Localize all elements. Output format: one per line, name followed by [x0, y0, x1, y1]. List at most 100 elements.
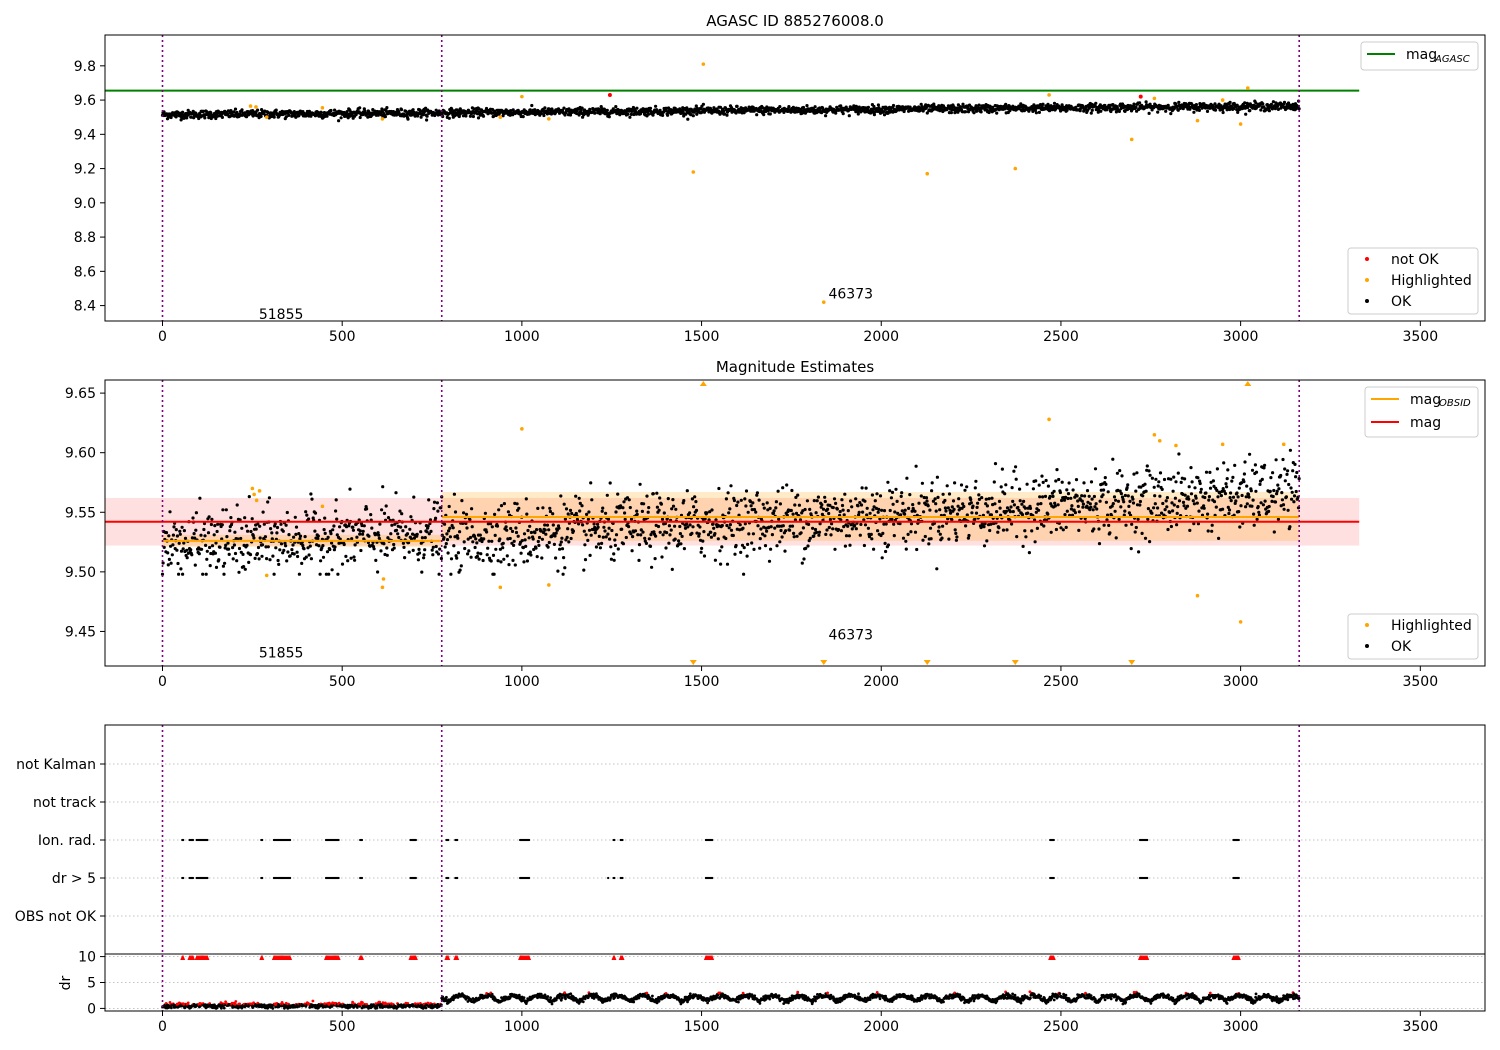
- ok-point: [358, 106, 362, 110]
- ok-point: [882, 509, 887, 513]
- ok-point: [831, 506, 835, 510]
- ok-point: [901, 501, 905, 505]
- ok-point: [1272, 530, 1276, 534]
- ok-point: [497, 508, 501, 512]
- ok-point: [528, 550, 532, 554]
- ok-point: [665, 531, 669, 535]
- ok-point: [435, 501, 439, 505]
- ok-point: [878, 494, 883, 498]
- ok-point: [937, 525, 941, 529]
- ok-point: [193, 563, 197, 567]
- ok-point: [824, 114, 828, 118]
- ok-point: [688, 511, 692, 515]
- dr5-flag-point: [621, 876, 624, 880]
- ok-point: [603, 529, 607, 533]
- ok-point: [1012, 503, 1017, 507]
- dr5-flag-point: [191, 876, 195, 880]
- ok-point: [593, 111, 597, 115]
- ok-point: [1153, 502, 1157, 506]
- highlighted-point: [1238, 122, 1243, 126]
- ok-point: [407, 550, 411, 554]
- legend-marker: [1365, 278, 1369, 282]
- ok-point: [597, 542, 601, 546]
- y-tick-label: 8.6: [74, 264, 96, 280]
- ok-point: [862, 543, 867, 548]
- ok-point: [194, 528, 198, 532]
- ok-point: [1113, 509, 1117, 513]
- figure: AGASC ID 885276008.0 5185546373 0 500 1000…: [0, 0, 1500, 1050]
- ok-point: [214, 541, 218, 545]
- x-tick-label: 3000: [1223, 329, 1259, 345]
- ok-point: [1166, 527, 1170, 532]
- ok-point: [709, 535, 714, 539]
- ok-point: [380, 508, 384, 512]
- ok-point: [674, 507, 678, 511]
- ok-point: [1027, 551, 1031, 555]
- ok-point: [517, 506, 521, 510]
- ok-point: [787, 105, 791, 109]
- ok-point: [376, 570, 380, 574]
- ion-rad-flag-point: [182, 838, 185, 842]
- ok-point: [1094, 101, 1098, 105]
- ok-point: [638, 482, 642, 486]
- ok-point: [479, 552, 483, 556]
- ok-point: [1014, 477, 1018, 481]
- ok-point: [553, 534, 557, 538]
- ok-point: [1286, 508, 1290, 512]
- ok-point: [682, 499, 686, 503]
- ok-point: [304, 555, 308, 559]
- ok-point: [776, 489, 780, 493]
- ok-point: [327, 572, 331, 576]
- ok-point: [660, 555, 664, 559]
- ok-point: [431, 553, 435, 557]
- ok-point: [1187, 497, 1191, 501]
- ok-point: [561, 572, 565, 576]
- ok-point: [680, 534, 684, 539]
- ok-point: [1295, 470, 1299, 475]
- ok-point: [465, 526, 469, 530]
- ok-point: [1023, 529, 1027, 533]
- ok-point: [1210, 523, 1214, 527]
- ok-point: [863, 523, 868, 527]
- ok-point: [240, 526, 244, 530]
- ok-point: [1254, 489, 1258, 493]
- ok-point: [789, 508, 793, 513]
- ok-point: [522, 560, 526, 564]
- ok-point: [1163, 508, 1167, 512]
- ok-point: [971, 504, 975, 508]
- ok-point: [199, 533, 203, 537]
- ok-point: [1020, 513, 1025, 517]
- ok-point: [686, 117, 690, 121]
- ok-point: [397, 535, 401, 540]
- ok-point: [967, 533, 971, 538]
- ok-point: [247, 560, 251, 565]
- ok-point: [176, 561, 180, 566]
- dr5-flag-point: [447, 876, 450, 880]
- ok-point: [1009, 505, 1013, 509]
- ok-point: [250, 517, 254, 521]
- ok-point: [807, 522, 811, 527]
- ok-point: [1197, 509, 1201, 513]
- ok-point: [462, 511, 466, 515]
- ok-point: [231, 557, 235, 561]
- ok-point: [911, 503, 915, 507]
- ok-point: [529, 553, 533, 557]
- ok-point: [260, 543, 265, 547]
- ok-point: [639, 533, 643, 537]
- ok-point: [823, 495, 827, 499]
- ok-point: [367, 534, 371, 538]
- ok-point: [820, 503, 824, 507]
- ok-point: [767, 559, 772, 563]
- ok-point: [1031, 487, 1035, 491]
- ok-point: [904, 547, 908, 551]
- ok-point: [1094, 502, 1098, 506]
- ok-point: [658, 530, 662, 534]
- ok-point: [505, 528, 509, 532]
- ok-point: [734, 543, 738, 548]
- ok-point: [257, 557, 261, 561]
- legend-mag-agasc-subscript: AGASC: [1434, 54, 1470, 65]
- ok-point: [1003, 492, 1007, 496]
- ok-point: [243, 516, 247, 520]
- highlighted-point: [264, 115, 269, 120]
- ok-point: [1195, 501, 1199, 505]
